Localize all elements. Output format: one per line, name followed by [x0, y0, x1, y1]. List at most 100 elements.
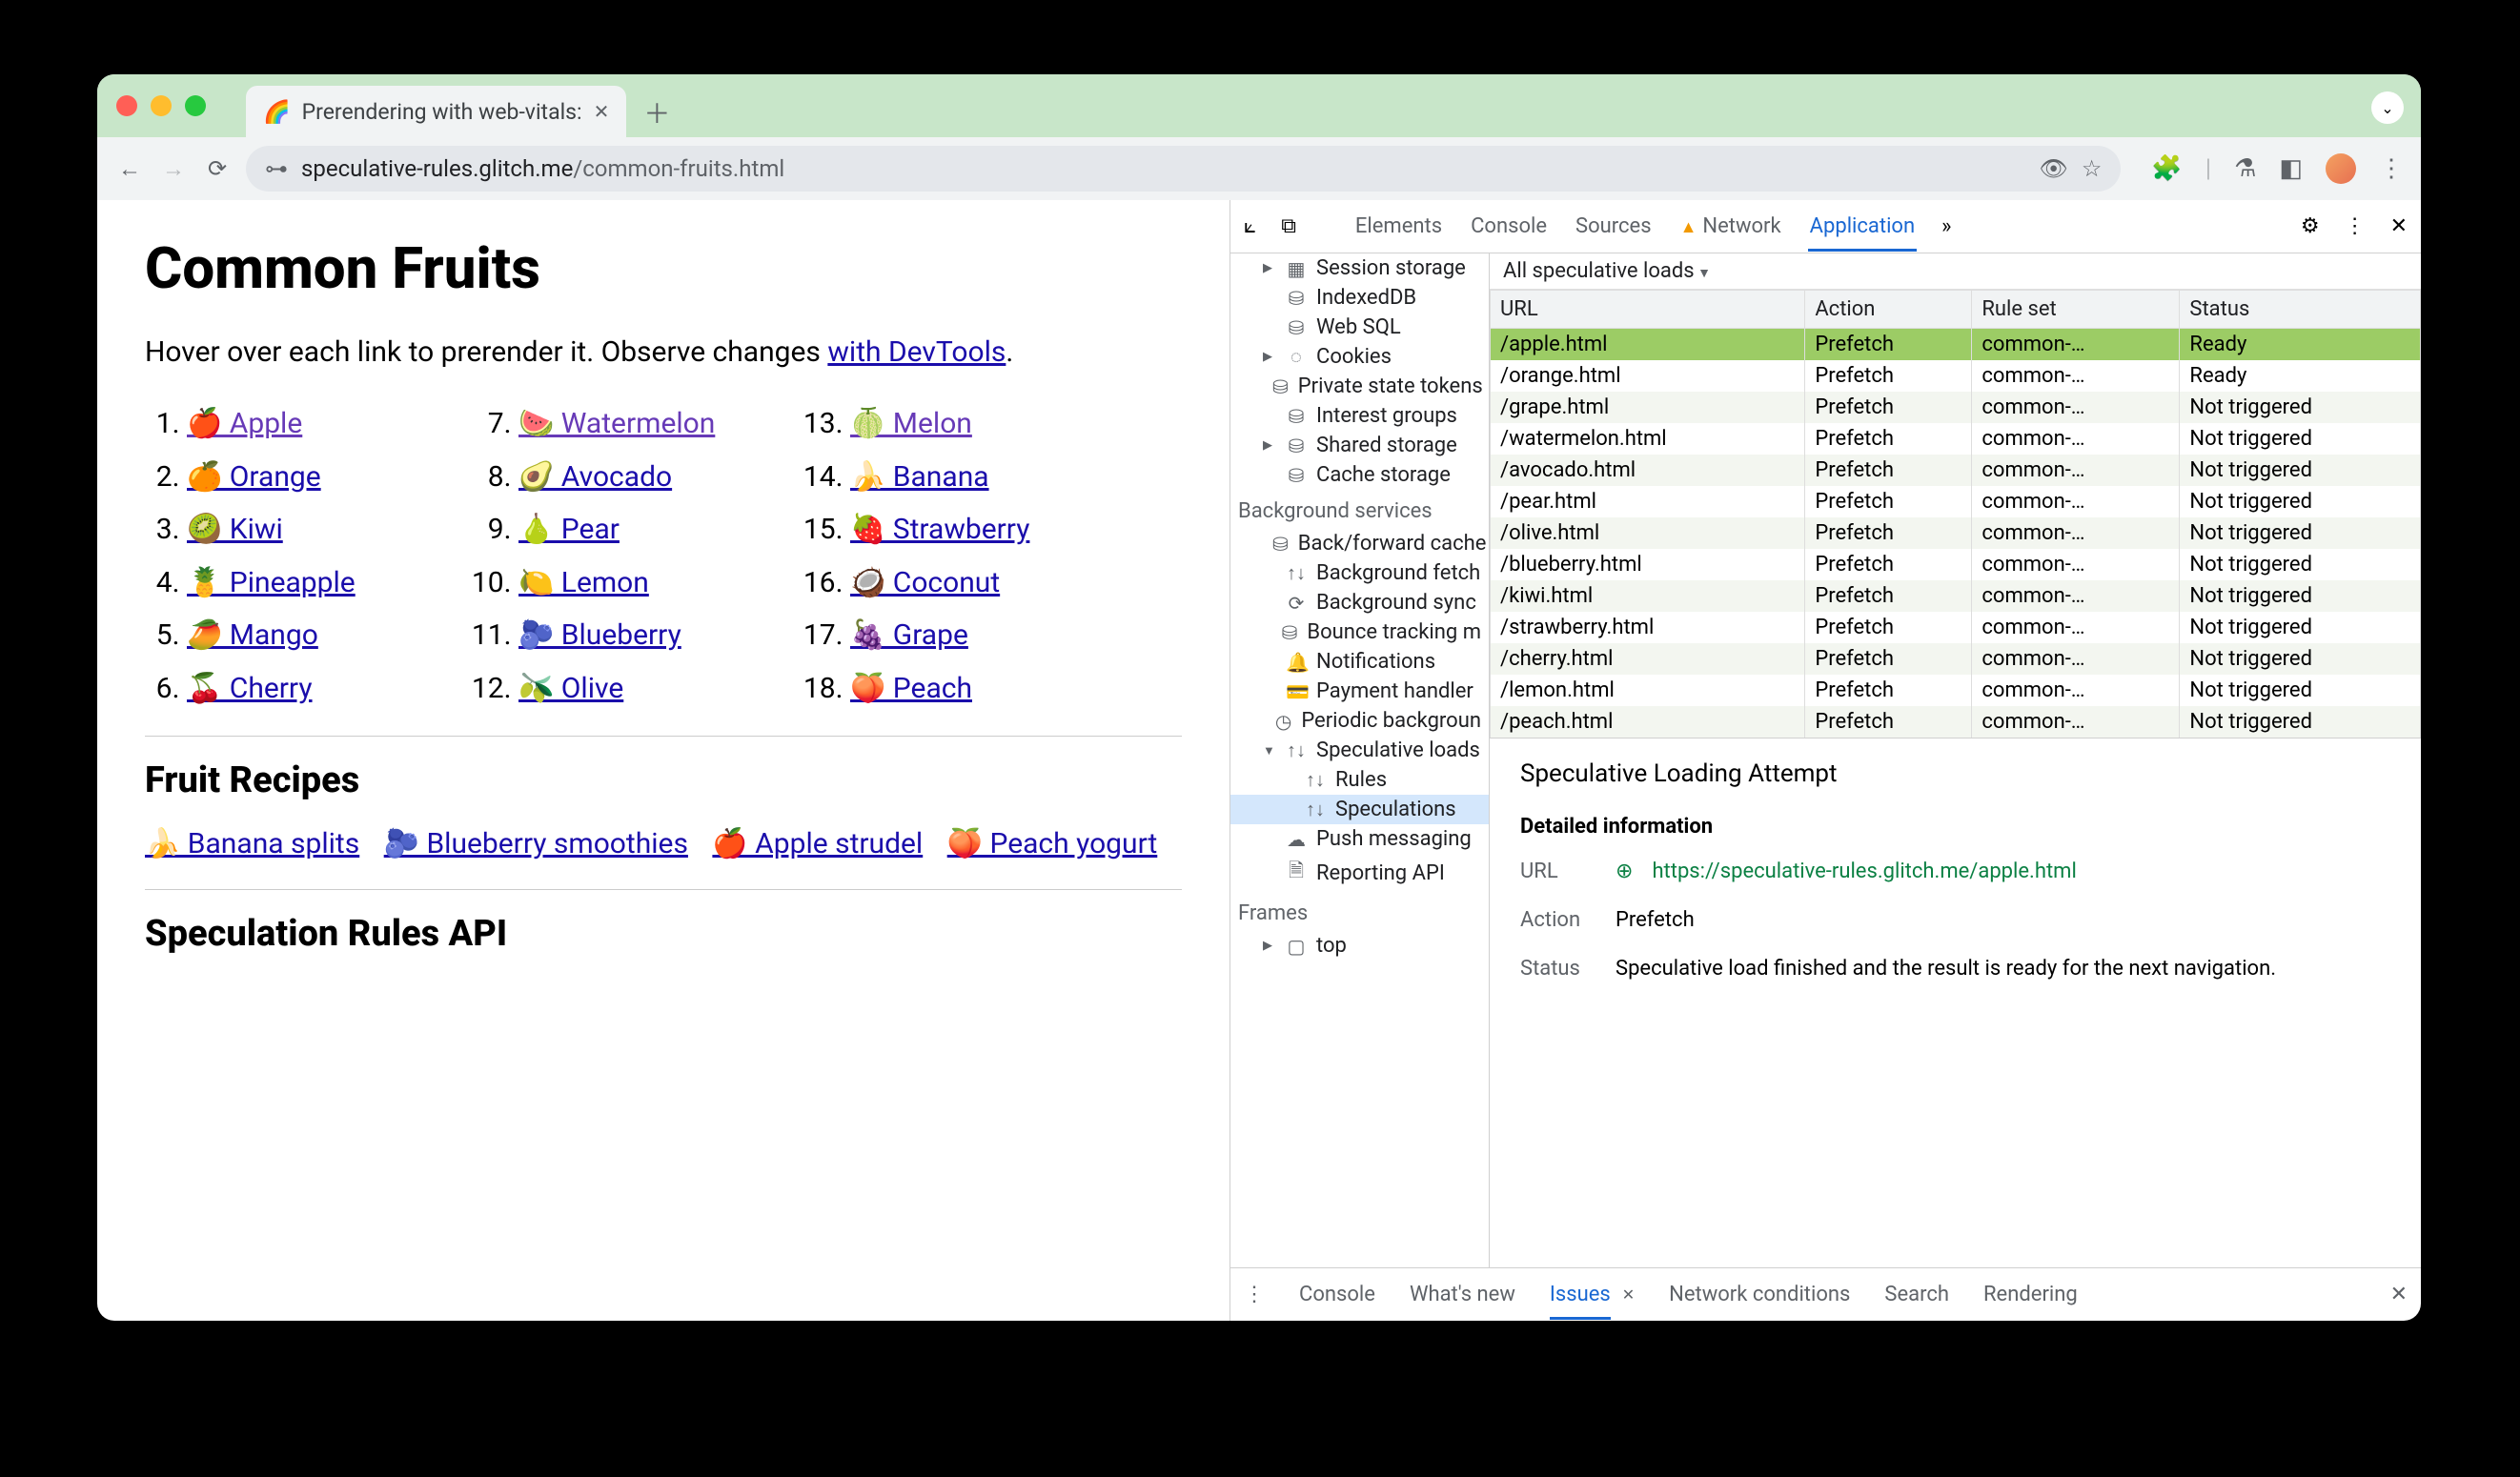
table-row[interactable]: /avocado.htmlPrefetchcommon-…Not trigger…	[1491, 455, 2421, 486]
sidebar-item[interactable]: ⛁Interest groups	[1230, 401, 1489, 431]
fruit-link[interactable]: 🍍 Pineapple	[187, 566, 356, 599]
forward-button[interactable]: →	[158, 153, 189, 184]
sidebar-item[interactable]: ▼↑↓Speculative loads	[1230, 736, 1489, 765]
devtools-link[interactable]: with DevTools	[827, 335, 1006, 369]
close-devtools-icon[interactable]: ✕	[2390, 214, 2408, 238]
sidebar-item[interactable]: ⛁Back/forward cache	[1230, 529, 1489, 558]
privacy-eye-icon[interactable]: 👁	[2039, 155, 2067, 182]
sidebar-item[interactable]: ▶◌Cookies	[1230, 342, 1489, 372]
recipe-link[interactable]: 🍎 Apple strudel	[712, 827, 923, 860]
sidebar-item[interactable]: ☁Push messaging	[1230, 824, 1489, 854]
tab-console[interactable]: Console	[1469, 201, 1549, 252]
recipe-link[interactable]: 🫐 Blueberry smoothies	[384, 827, 688, 860]
fruit-link[interactable]: 🍈 Melon	[850, 407, 972, 440]
table-header[interactable]: URL	[1491, 291, 1805, 329]
sidebar-item[interactable]: ↑↓Background fetch	[1230, 558, 1489, 588]
labs-icon[interactable]: ⚗	[2234, 154, 2256, 183]
device-toolbar-icon[interactable]: ⧉	[1281, 214, 1296, 238]
sidebar-item[interactable]: 🔔Notifications	[1230, 647, 1489, 677]
reload-button[interactable]: ⟳	[202, 153, 233, 184]
sidebar-item[interactable]: 💳Payment handler	[1230, 677, 1489, 706]
table-row[interactable]: /grape.htmlPrefetchcommon-…Not triggered	[1491, 392, 2421, 423]
fruit-link[interactable]: 🍐 Pear	[518, 513, 620, 546]
table-row[interactable]: /orange.htmlPrefetchcommon-…Ready	[1491, 360, 2421, 392]
table-row[interactable]: /apple.htmlPrefetchcommon-…Ready	[1491, 329, 2421, 361]
sidebar-item[interactable]: ▶▢top	[1230, 931, 1489, 961]
drawer-close-icon[interactable]: ✕	[2390, 1283, 2408, 1306]
fruit-link[interactable]: 🍑 Peach	[850, 672, 972, 705]
table-row[interactable]: /pear.htmlPrefetchcommon-…Not triggered	[1491, 486, 2421, 517]
profile-avatar[interactable]	[2326, 153, 2356, 184]
sidebar-item[interactable]: ▶▦Session storage	[1230, 253, 1489, 283]
minimize-window-button[interactable]	[151, 95, 172, 116]
drawer-network-conditions[interactable]: Network conditions	[1669, 1283, 1850, 1306]
fruit-link[interactable]: 🍉 Watermelon	[518, 407, 715, 440]
fruit-link[interactable]: 🥭 Mango	[187, 618, 318, 652]
fruit-link[interactable]: 🥥 Coconut	[850, 566, 1000, 599]
inspect-icon[interactable]: ⟀	[1244, 214, 1256, 238]
fruit-link[interactable]: 🍋 Lemon	[518, 566, 649, 599]
table-row[interactable]: /cherry.htmlPrefetchcommon-…Not triggere…	[1491, 643, 2421, 675]
sidebar-item[interactable]: 🗎Reporting API	[1230, 854, 1489, 892]
table-header[interactable]: Status	[2180, 291, 2421, 329]
table-header[interactable]: Rule set	[1972, 291, 2180, 329]
recipe-link[interactable]: 🍑 Peach yogurt	[947, 827, 1158, 860]
devtools-kebab-icon[interactable]: ⋮	[2345, 214, 2366, 238]
sidebar-item[interactable]: ⛁Web SQL	[1230, 313, 1489, 342]
table-row[interactable]: /strawberry.htmlPrefetchcommon-…Not trig…	[1491, 612, 2421, 643]
browser-tab[interactable]: 🌈 Prerendering with web-vitals: ✕	[246, 86, 626, 137]
tabs-dropdown-button[interactable]: ⌄	[2371, 91, 2404, 124]
sidebar-item[interactable]: ⛁IndexedDB	[1230, 283, 1489, 313]
detail-url[interactable]: https://speculative-rules.glitch.me/appl…	[1652, 860, 2076, 883]
sidepanel-icon[interactable]: ◧	[2279, 154, 2303, 183]
drawer-search[interactable]: Search	[1884, 1283, 1949, 1306]
drawer-issues[interactable]: Issues	[1550, 1269, 1611, 1320]
fruit-link[interactable]: 🍓 Strawberry	[850, 513, 1029, 546]
site-info-icon[interactable]: ⊶	[265, 155, 288, 182]
table-row[interactable]: /kiwi.htmlPrefetchcommon-…Not triggered	[1491, 580, 2421, 612]
drawer-rendering[interactable]: Rendering	[1983, 1283, 2078, 1306]
tab-application[interactable]: Application	[1808, 201, 1917, 252]
maximize-window-button[interactable]	[185, 95, 206, 116]
table-row[interactable]: /olive.htmlPrefetchcommon-…Not triggered	[1491, 517, 2421, 549]
extensions-icon[interactable]: 🧩	[2151, 154, 2182, 183]
settings-gear-icon[interactable]: ⚙	[2301, 214, 2320, 238]
more-tabs-icon[interactable]: »	[1941, 214, 1951, 238]
kebab-menu-icon[interactable]: ⋮	[2379, 154, 2404, 183]
sidebar-item[interactable]: ⛁Bounce tracking m	[1230, 617, 1489, 647]
drawer-console[interactable]: Console	[1299, 1283, 1375, 1306]
sidebar-item[interactable]: ▶⛁Shared storage	[1230, 431, 1489, 460]
fruit-link[interactable]: 🫐 Blueberry	[518, 618, 681, 652]
sidebar-item[interactable]: ⟳Background sync	[1230, 588, 1489, 617]
fruit-link[interactable]: 🥝 Kiwi	[187, 513, 283, 546]
fruit-link[interactable]: 🫒 Olive	[518, 672, 623, 705]
drawer-kebab-icon[interactable]: ⋮	[1244, 1283, 1265, 1306]
recipe-link[interactable]: 🍌 Banana splits	[145, 827, 359, 860]
speculation-filter[interactable]: All speculative loads	[1490, 253, 2421, 290]
table-row[interactable]: /watermelon.htmlPrefetchcommon-…Not trig…	[1491, 423, 2421, 455]
sidebar-item[interactable]: ↑↓Rules	[1230, 765, 1489, 795]
table-row[interactable]: /blueberry.htmlPrefetchcommon-…Not trigg…	[1491, 549, 2421, 580]
fruit-link[interactable]: 🍎 Apple	[187, 407, 302, 440]
table-header[interactable]: Action	[1805, 291, 1972, 329]
fruit-link[interactable]: 🍌 Banana	[850, 460, 989, 494]
tab-elements[interactable]: Elements	[1353, 201, 1444, 252]
fruit-link[interactable]: 🍊 Orange	[187, 460, 321, 494]
new-tab-button[interactable]: ＋	[643, 93, 670, 132]
fruit-link[interactable]: 🍒 Cherry	[187, 672, 313, 705]
tab-sources[interactable]: Sources	[1574, 201, 1654, 252]
sidebar-item[interactable]: ↑↓Speculations	[1230, 795, 1489, 824]
fruit-link[interactable]: 🥑 Avocado	[518, 460, 672, 494]
drawer-whatsnew[interactable]: What's new	[1410, 1283, 1515, 1306]
bookmark-star-icon[interactable]: ☆	[2082, 155, 2103, 182]
close-window-button[interactable]	[116, 95, 137, 116]
fruit-link[interactable]: 🍇 Grape	[850, 618, 968, 652]
tab-network[interactable]: Network	[1678, 201, 1783, 252]
sidebar-item[interactable]: ◷Periodic backgroun	[1230, 706, 1489, 736]
close-tab-icon[interactable]: ✕	[594, 100, 610, 123]
url-bar[interactable]: ⊶ speculative-rules.glitch.me/common-fru…	[246, 146, 2121, 192]
sidebar-item[interactable]: ⛁Private state tokens	[1230, 372, 1489, 401]
table-row[interactable]: /lemon.htmlPrefetchcommon-…Not triggered	[1491, 675, 2421, 706]
sidebar-item[interactable]: ⛁Cache storage	[1230, 460, 1489, 490]
back-button[interactable]: ←	[114, 153, 145, 184]
